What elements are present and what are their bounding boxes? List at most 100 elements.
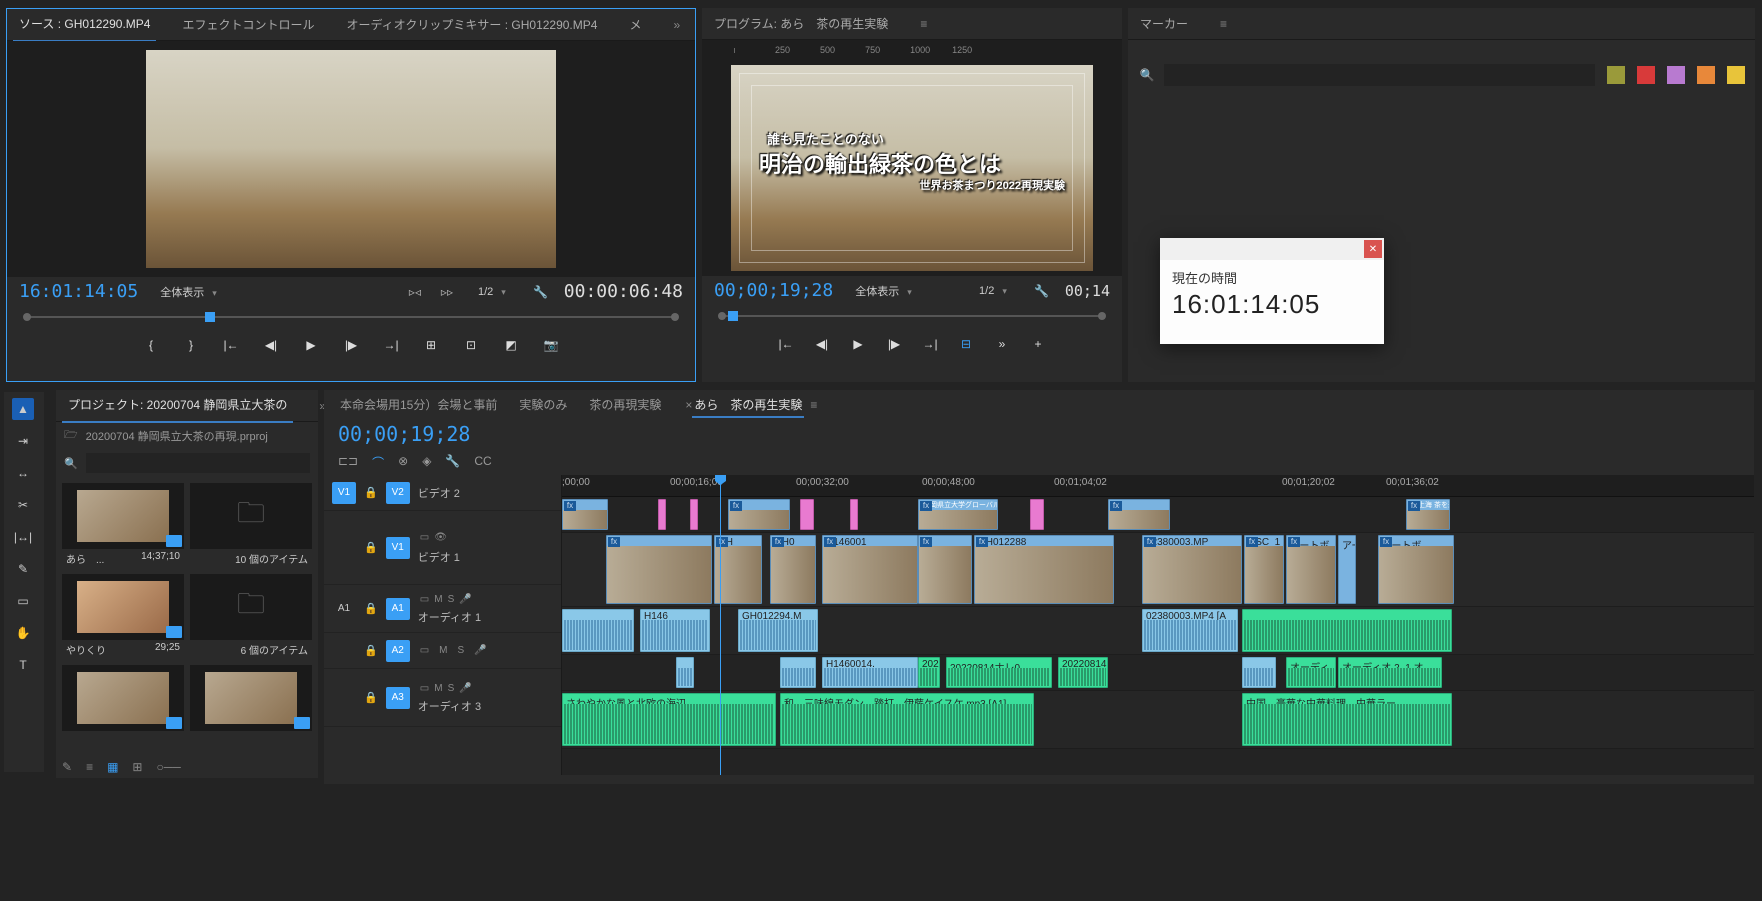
source-scrubber[interactable] — [19, 310, 683, 324]
hand-tool-icon[interactable]: ✋ — [12, 622, 34, 644]
clip[interactable] — [850, 499, 858, 530]
nest-icon[interactable]: ⊏⊐ — [338, 454, 358, 471]
export-frame-icon[interactable]: ◩ — [502, 336, 520, 354]
clip[interactable] — [1030, 499, 1044, 530]
lock-v2-icon[interactable]: 🔒 — [364, 486, 378, 499]
playhead[interactable] — [720, 475, 721, 775]
clip[interactable]: fx — [728, 499, 790, 530]
p-play-icon[interactable]: ▶ — [849, 335, 867, 353]
clip[interactable]: オーディ — [1286, 657, 1336, 688]
markers-search-input[interactable] — [1164, 64, 1595, 86]
goto-in-icon[interactable]: |← — [222, 336, 240, 354]
current-time-popup[interactable]: ✕ 現在の時間 16:01:14:05 — [1160, 238, 1384, 344]
clip[interactable]: 中国 豪華な中華料理 中華ラー — [1242, 693, 1452, 746]
clip[interactable]: GH012288fx — [974, 535, 1114, 604]
clip[interactable] — [676, 657, 694, 688]
source-fit-dropdown[interactable]: 全体表示 — [152, 282, 229, 302]
solo-a1[interactable]: S — [448, 594, 455, 605]
lock-a3-icon[interactable]: 🔒 — [364, 691, 378, 704]
icon-view-icon[interactable]: ▦ — [107, 760, 118, 774]
razor-tool-icon[interactable]: ✂ — [12, 494, 34, 516]
tab-audio-clip-mixer[interactable]: オーディオクリップミキサー : GH012290.MP4 — [340, 8, 603, 41]
bin-item[interactable]: あら ...14;37;10 — [62, 483, 184, 568]
pen-tool-icon[interactable]: ✎ — [12, 558, 34, 580]
lock-a1-icon[interactable]: 🔒 — [364, 602, 378, 615]
program-menu-icon[interactable]: ≡ — [920, 17, 927, 31]
mic-a2-icon[interactable]: 🎤 — [474, 645, 486, 656]
step-fwd-icon[interactable]: ▹▹ — [438, 283, 456, 301]
clip[interactable] — [1242, 657, 1276, 688]
clip[interactable]: さわやかな風と北欧の海辺 — [562, 693, 776, 746]
program-wrench-icon[interactable]: 🔧 — [1033, 282, 1051, 300]
clip[interactable]: アートボfx — [1286, 535, 1336, 604]
marker-filter-yellow[interactable] — [1727, 66, 1745, 84]
bin-item[interactable]: やりくり29;25 — [62, 574, 184, 659]
seq-tab-3[interactable]: あら 茶の再生実験 — [692, 394, 804, 418]
markers-title[interactable]: マーカー — [1134, 7, 1194, 40]
target-v1[interactable]: V1 — [386, 537, 410, 559]
ripple-tool-icon[interactable]: ↔ — [12, 462, 34, 484]
seq-menu-icon[interactable]: ≡ — [810, 398, 817, 412]
clip[interactable]: アー — [1338, 535, 1356, 604]
clip[interactable]: fx — [918, 535, 972, 604]
bin-item[interactable] — [190, 665, 312, 731]
lock-a2-icon[interactable]: 🔒 — [364, 644, 378, 657]
target-a3[interactable]: A3 — [386, 687, 410, 709]
mute-a3[interactable]: M — [434, 683, 442, 694]
clip[interactable] — [690, 499, 698, 530]
solo-a2[interactable]: S — [458, 645, 465, 656]
timeline-track-area[interactable]: ;00;0000;00;16;0000;00;32;0000;00;48;000… — [562, 475, 1754, 775]
clip[interactable]: GHfx — [714, 535, 762, 604]
mute-a1[interactable]: M — [434, 594, 442, 605]
tab-effect-controls[interactable]: エフェクトコントロール — [176, 8, 320, 41]
clip[interactable] — [800, 499, 814, 530]
mic-a3-icon[interactable]: 🎤 — [459, 683, 471, 694]
program-monitor-view[interactable]: 誰も見たことのない 明治の輸出緑茶の色とは 世界お茶まつり2022再現実験 — [702, 60, 1122, 276]
target-a2[interactable]: A2 — [386, 640, 410, 662]
clip[interactable]: GH0fx — [770, 535, 816, 604]
clip[interactable]: 2022 — [918, 657, 940, 688]
frame-back-icon[interactable]: ◀| — [262, 336, 280, 354]
clip[interactable]: fx — [562, 499, 608, 530]
zoom-slider-icon[interactable]: ○── — [156, 760, 180, 774]
p-lift-icon[interactable]: ⊟ — [957, 335, 975, 353]
seq-tab-0[interactable]: 本命会場用15分）会場と事前 — [338, 392, 499, 417]
linked-sel-icon[interactable]: ⊗ — [398, 454, 408, 471]
p-goto-in-icon[interactable]: |← — [777, 335, 795, 353]
clip[interactable] — [658, 499, 666, 530]
marker-filter-olive[interactable] — [1607, 66, 1625, 84]
clip[interactable] — [1242, 609, 1452, 652]
track-select-tool-icon[interactable]: ⇥ — [12, 430, 34, 452]
mic-a1-icon[interactable]: 🎤 — [459, 594, 471, 605]
list-view-icon[interactable]: ≡ — [86, 760, 93, 774]
timeline-ruler[interactable]: ;00;0000;00;16;0000;00;32;0000;00;48;000… — [562, 475, 1754, 497]
source-overflow-icon[interactable]: » — [673, 18, 680, 32]
clip[interactable]: アートボfx — [1378, 535, 1454, 604]
clip[interactable]: H146 — [640, 609, 710, 652]
source-patch-v1[interactable]: V1 — [332, 482, 356, 504]
pencil-icon[interactable]: ✎ — [62, 760, 72, 774]
project-tab[interactable]: プロジェクト: 20200704 静岡県立大茶の — [62, 388, 293, 423]
project-search-input[interactable] — [86, 453, 310, 473]
target-v2[interactable]: V2 — [386, 482, 410, 504]
clip[interactable]: H1460014. — [822, 657, 918, 688]
wrench-icon[interactable]: 🔧 — [532, 283, 550, 301]
selection-tool-icon[interactable]: ▲ — [12, 398, 34, 420]
program-scrubber[interactable] — [714, 309, 1110, 323]
clip[interactable]: DSC_1fx — [1244, 535, 1284, 604]
clip[interactable]: 02380003.MP4 [A — [1142, 609, 1238, 652]
tl-wrench-icon[interactable]: 🔧 — [445, 454, 460, 471]
mark-out-icon[interactable]: } — [182, 336, 200, 354]
mute-a2[interactable]: M — [439, 645, 447, 656]
source-res-dropdown[interactable]: 1/2 — [470, 284, 518, 300]
play-icon[interactable]: ▶ — [302, 336, 320, 354]
eye-icon[interactable]: 👁 — [434, 532, 447, 543]
clip[interactable]: 20220814 — [1058, 657, 1108, 688]
solo-a3[interactable]: S — [448, 683, 455, 694]
clip[interactable]: fx — [606, 535, 712, 604]
type-tool-icon[interactable]: T — [12, 654, 34, 676]
program-timecode[interactable]: 00;00;19;28 — [714, 280, 833, 301]
toggle-output-icon[interactable]: ▭ — [420, 532, 429, 543]
seq-tab-2[interactable]: 茶の再現実験 — [587, 392, 663, 417]
p-frame-back-icon[interactable]: ◀| — [813, 335, 831, 353]
